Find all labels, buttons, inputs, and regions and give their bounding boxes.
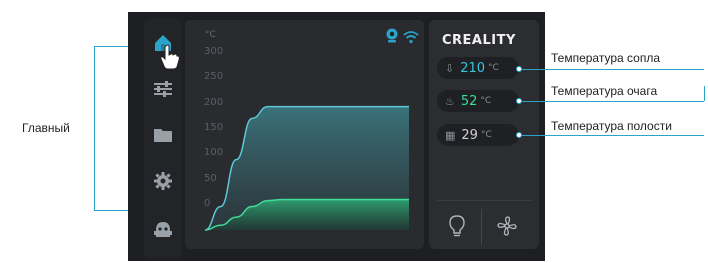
chamber-temp-value: 29 <box>461 127 478 143</box>
gear-icon <box>154 172 172 190</box>
nozzle-temp-pill[interactable]: ⇩ 210 °C <box>437 57 519 79</box>
panel-divider <box>437 200 533 201</box>
nozzle-temp-unit: °C <box>488 63 499 73</box>
sidebar-item-settings-sliders[interactable] <box>152 78 174 104</box>
hand-pointer-icon <box>160 44 180 74</box>
robot-icon <box>154 222 172 237</box>
sliders-icon <box>154 81 172 97</box>
chamber-annotation-label: Температура полости <box>551 119 672 133</box>
main-annotation-label: Главный <box>22 121 70 135</box>
nozzle-icon: ⇩ <box>445 61 455 75</box>
sidebar-item-settings[interactable] <box>152 170 174 196</box>
camera-icon <box>386 28 398 43</box>
fan-button[interactable] <box>496 215 518 241</box>
chamber-temp-unit: °C <box>480 130 492 140</box>
bed-temp-pill[interactable]: ♨ 52 °C <box>437 90 519 112</box>
chamber-temp-pill[interactable]: ▦ 29 °C <box>437 124 519 146</box>
nozzle-annotation-label: Температура сопла <box>551 51 660 65</box>
main-bracket-vertical <box>94 46 95 211</box>
brand-logo: CREALITY <box>442 33 516 48</box>
sidebar-item-files[interactable] <box>152 124 174 150</box>
fan-icon <box>497 216 517 236</box>
wifi-status[interactable] <box>403 29 419 48</box>
nozzle-temp-value: 210 <box>460 60 486 76</box>
wifi-icon <box>403 31 419 44</box>
bed-callout-line <box>522 101 704 102</box>
lightbulb-icon <box>449 215 465 237</box>
bed-annotation-label: Температура очага <box>551 84 658 98</box>
sidebar-item-device[interactable] <box>152 218 174 244</box>
bed-temp-value: 52 <box>460 93 478 109</box>
camera-status[interactable] <box>385 28 399 48</box>
right-bracket-vertical <box>704 86 705 101</box>
light-button[interactable] <box>446 214 468 242</box>
button-divider <box>481 209 482 245</box>
bed-icon: ♨ <box>445 94 455 108</box>
folder-icon <box>154 129 172 142</box>
temperature-chart <box>204 105 409 231</box>
bed-temp-unit: °C <box>480 96 492 106</box>
nozzle-callout-line <box>522 69 704 70</box>
chamber-icon: ▦ <box>445 128 456 142</box>
chamber-callout-line <box>522 135 704 136</box>
